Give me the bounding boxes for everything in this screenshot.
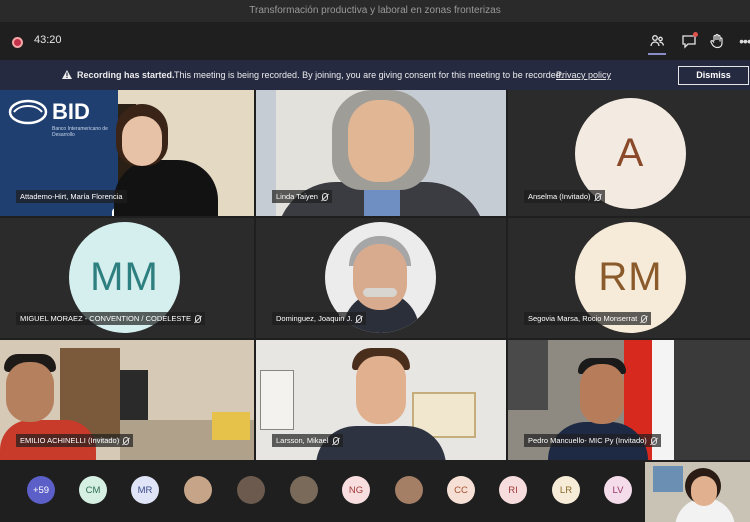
participant-name: EMILIO ACHINELLI (Invitado) bbox=[16, 433, 134, 447]
meeting-timer: 43:20 bbox=[34, 34, 62, 46]
wall-poster bbox=[653, 466, 683, 492]
participant-tile[interactable]: RM Segovia Marsa, Rocio Monserrat bbox=[508, 218, 750, 338]
bid-logo-subtitle: Banco Interamericano de Desarrollo bbox=[52, 126, 108, 138]
participant-avatar[interactable] bbox=[184, 476, 212, 504]
person-shirt bbox=[364, 190, 400, 216]
banner-message: This meeting is being recorded. By joini… bbox=[174, 70, 564, 80]
person-face bbox=[348, 100, 414, 182]
muted-mic-icon bbox=[123, 437, 130, 445]
meeting-toolbar: 43:20 ••• bbox=[0, 22, 750, 60]
participant-avatar[interactable]: RI bbox=[499, 476, 527, 504]
more-participants-button[interactable]: +59 bbox=[27, 476, 55, 504]
record-icon bbox=[12, 37, 23, 48]
participant-tile[interactable]: BID Banco Interamericano de Desarrollo A… bbox=[0, 90, 254, 216]
photo-mustache bbox=[363, 288, 397, 297]
participant-tile[interactable]: Larsson, Mikael bbox=[256, 340, 506, 460]
participant-avatar[interactable]: LV bbox=[604, 476, 632, 504]
participant-tile[interactable]: Dominguez, Joaquin J. bbox=[256, 218, 506, 338]
window-title: Transformación productiva y laboral en z… bbox=[0, 0, 750, 22]
muted-mic-icon bbox=[321, 193, 328, 201]
person-face bbox=[356, 356, 406, 424]
muted-mic-icon bbox=[356, 315, 363, 323]
participant-name: Anselma (Invitado) bbox=[524, 189, 605, 203]
papers bbox=[212, 412, 250, 440]
banner-title: Recording has started. bbox=[77, 70, 175, 80]
muted-mic-icon bbox=[650, 437, 657, 445]
participant-avatar[interactable]: CC bbox=[447, 476, 475, 504]
person-face bbox=[122, 116, 162, 166]
participant-name: Pedro Mancuello- MIC Py (Invitado) bbox=[524, 433, 661, 447]
participant-avatar[interactable]: CM bbox=[79, 476, 107, 504]
participant-name: MIGUEL MORAEZ - CONVENTION / CODELESTE bbox=[16, 311, 205, 325]
room-shelf bbox=[674, 340, 750, 460]
privacy-policy-link[interactable]: Privacy policy bbox=[556, 60, 611, 90]
bid-logo-icon bbox=[8, 99, 48, 125]
wall-art bbox=[260, 370, 294, 430]
participant-avatar[interactable] bbox=[395, 476, 423, 504]
person-face bbox=[6, 362, 54, 422]
warning-icon bbox=[62, 70, 72, 79]
people-icon[interactable] bbox=[646, 31, 668, 55]
self-view-face bbox=[691, 476, 717, 506]
participant-name: Larsson, Mikael bbox=[272, 433, 343, 447]
chat-notification-dot bbox=[693, 32, 698, 37]
participant-avatar[interactable]: LR bbox=[552, 476, 580, 504]
muted-mic-icon bbox=[594, 193, 601, 201]
participant-name: Segovia Marsa, Rocio Monserrat bbox=[524, 311, 652, 325]
participant-avatar[interactable]: NG bbox=[342, 476, 370, 504]
participant-tile[interactable]: A Anselma (Invitado) bbox=[508, 90, 750, 216]
participant-name: Attademo-Hirt, María Florencia bbox=[16, 190, 127, 203]
participant-avatar[interactable] bbox=[290, 476, 318, 504]
muted-mic-icon bbox=[195, 315, 201, 323]
monitor bbox=[120, 370, 148, 420]
participant-name: Linda Taiyen bbox=[272, 189, 332, 203]
window-blinds bbox=[508, 340, 548, 410]
person-body bbox=[114, 160, 218, 216]
dismiss-button[interactable]: Dismiss bbox=[678, 66, 749, 85]
participant-avatar[interactable]: MR bbox=[131, 476, 159, 504]
more-options-icon[interactable]: ••• bbox=[734, 31, 750, 51]
recording-banner: Recording has started. This meeting is b… bbox=[0, 60, 750, 90]
bid-logo-text: BID bbox=[52, 99, 90, 124]
chat-icon[interactable] bbox=[678, 31, 700, 51]
participant-name: Dominguez, Joaquin J. bbox=[272, 311, 367, 325]
participant-tile[interactable]: Linda Taiyen bbox=[256, 90, 506, 216]
participant-avatar[interactable] bbox=[237, 476, 265, 504]
participant-tile[interactable]: MM MIGUEL MORAEZ - CONVENTION / CODELEST… bbox=[0, 218, 254, 338]
photo-face bbox=[353, 244, 407, 310]
muted-mic-icon bbox=[641, 315, 648, 323]
raise-hand-icon[interactable] bbox=[706, 31, 728, 51]
self-view-video[interactable] bbox=[645, 462, 750, 522]
muted-mic-icon bbox=[332, 437, 339, 445]
participant-tile[interactable]: EMILIO ACHINELLI (Invitado) bbox=[0, 340, 254, 460]
participants-bar: +59 CM MR NG CC RI LR LV bbox=[0, 462, 750, 522]
participant-tile[interactable]: Pedro Mancuello- MIC Py (Invitado) bbox=[508, 340, 750, 460]
person-face bbox=[580, 364, 624, 424]
